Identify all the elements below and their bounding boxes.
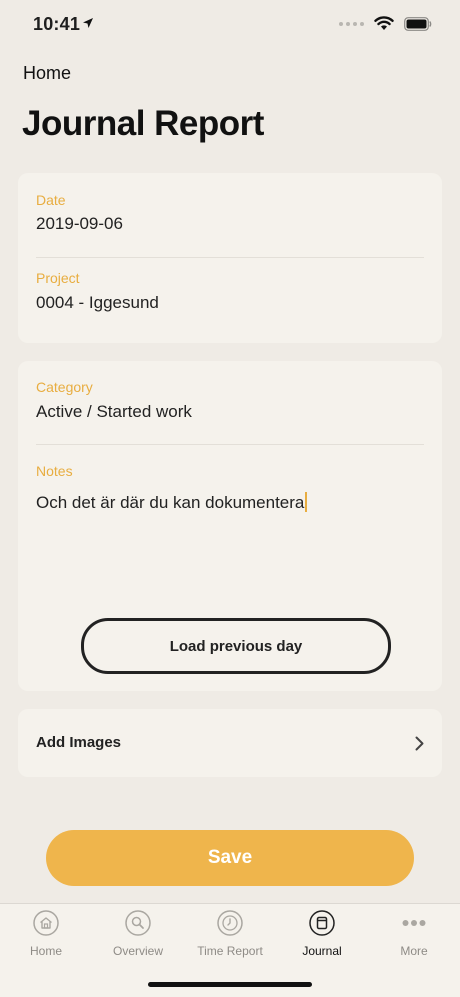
tab-overview[interactable]: Overview: [92, 910, 184, 958]
location-arrow-icon: [83, 18, 93, 28]
add-images-row[interactable]: Add Images: [18, 709, 442, 777]
battery-icon: [404, 16, 432, 31]
back-home-link[interactable]: Home: [23, 63, 71, 84]
category-notes-card: Category Active / Started work Notes Och…: [18, 361, 442, 691]
add-images-label: Add Images: [36, 734, 122, 751]
clock-icon: [217, 910, 243, 936]
status-bar: 10:41: [0, 0, 460, 50]
date-label: Date: [36, 192, 66, 208]
tab-journal[interactable]: Journal: [276, 910, 368, 958]
project-value: 0004 - Iggesund: [36, 293, 159, 312]
save-button[interactable]: Save: [46, 830, 414, 886]
cellular-signal-icon: [339, 21, 364, 26]
notes-label: Notes: [36, 463, 73, 479]
divider: [36, 257, 424, 258]
wifi-icon: [374, 16, 394, 30]
tab-home[interactable]: Home: [0, 910, 92, 958]
tab-time-report[interactable]: Time Report: [184, 910, 276, 958]
notes-textarea[interactable]: Notes Och det är där du kan dokumentera: [18, 447, 442, 597]
load-previous-day-button[interactable]: Load previous day: [81, 618, 391, 674]
date-field[interactable]: Date 2019-09-06: [18, 173, 442, 253]
page-title: Journal Report: [22, 104, 264, 143]
category-value: Active / Started work: [36, 402, 192, 421]
date-value: 2019-09-06: [36, 214, 123, 233]
notes-value: Och det är där du kan dokumentera: [36, 492, 308, 513]
home-indicator: [148, 982, 312, 987]
tab-label: Home: [29, 944, 62, 958]
category-field[interactable]: Category Active / Started work: [18, 361, 442, 441]
text-cursor: [305, 492, 308, 512]
category-label: Category: [36, 379, 93, 395]
divider: [36, 444, 424, 445]
tab-label: Journal: [302, 944, 342, 958]
tab-label: More: [400, 944, 428, 958]
date-project-card: Date 2019-09-06 Project 0004 - Iggesund: [18, 173, 442, 343]
more-icon: [402, 920, 426, 926]
chevron-right-icon: [415, 736, 424, 751]
tab-label: Time Report: [197, 944, 263, 958]
notes-text: Och det är där du kan dokumentera: [36, 493, 305, 512]
status-indicators: [339, 16, 432, 31]
project-label: Project: [36, 270, 80, 286]
tab-more[interactable]: More: [368, 910, 460, 958]
search-icon: [125, 910, 151, 936]
home-icon: [33, 910, 59, 936]
project-field[interactable]: Project 0004 - Iggesund: [18, 259, 442, 343]
tab-label: Overview: [112, 944, 163, 958]
journal-icon: [309, 910, 335, 936]
status-time: 10:41: [33, 14, 81, 34]
